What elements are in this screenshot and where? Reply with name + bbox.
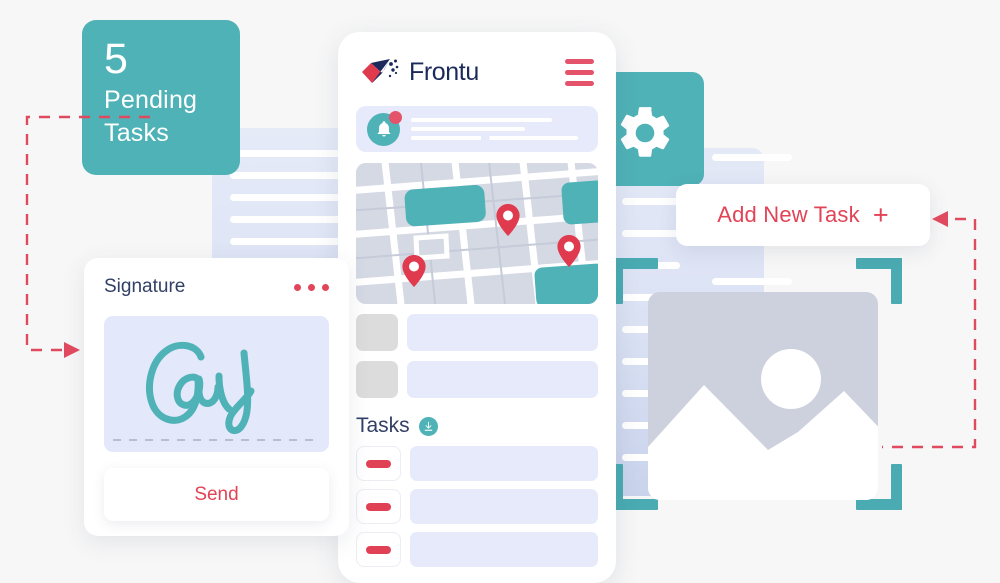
dot-icon	[308, 283, 315, 291]
task-content-placeholder	[410, 446, 598, 481]
dot-icon	[294, 283, 301, 291]
doc-line	[712, 154, 792, 161]
remove-dash-icon	[366, 545, 391, 554]
notification-banner[interactable]	[356, 106, 598, 152]
signature-drawing	[145, 341, 254, 435]
add-new-task-label: Add New Task	[717, 202, 860, 227]
doc-line	[230, 216, 352, 223]
gear-settings-icon	[620, 107, 670, 157]
task-remove-button[interactable]	[356, 489, 401, 524]
notification-text-placeholder	[411, 118, 587, 140]
photo-capture-frame	[612, 258, 902, 510]
signature-card-header: Signature	[104, 276, 329, 298]
pending-tasks-label-line1: Pending	[104, 86, 198, 114]
doc-line	[230, 194, 352, 201]
pending-tasks-count: 5	[104, 35, 129, 83]
image-placeholder[interactable]	[648, 292, 878, 500]
mobile-app-preview: Frontu Tasks	[338, 32, 616, 583]
content-placeholder	[407, 361, 598, 398]
list-item[interactable]	[356, 314, 598, 351]
doc-line	[230, 238, 352, 245]
doc-line	[230, 150, 352, 157]
task-row[interactable]	[356, 446, 598, 481]
task-row[interactable]	[356, 489, 598, 524]
placeholder-line	[411, 118, 552, 122]
menu-bar	[565, 80, 594, 86]
remove-dash-icon	[366, 502, 391, 511]
doc-line	[622, 230, 680, 237]
dashed-arrow-left-icon	[932, 211, 948, 227]
placeholder-line	[411, 127, 526, 131]
signature-title: Signature	[104, 276, 186, 297]
doc-line	[622, 198, 680, 205]
notification-bell	[367, 110, 402, 146]
remove-dash-icon	[366, 459, 391, 468]
dashed-arrow-right-icon	[64, 342, 80, 358]
image-placeholder-icon	[648, 349, 878, 500]
signature-baseline	[113, 439, 320, 441]
frontu-swoosh-logo-icon	[362, 59, 399, 83]
hamburger-menu-icon[interactable]	[565, 58, 594, 86]
brand: Frontu	[360, 57, 479, 87]
download-arrow-icon[interactable]	[418, 416, 438, 436]
notification-badge-dot	[389, 110, 402, 124]
task-remove-button[interactable]	[356, 532, 401, 567]
signature-card: Signature Send	[84, 258, 349, 536]
bell-glyph	[377, 121, 390, 137]
dot-icon	[322, 283, 329, 291]
screenshot-canvas: 5 Pending Tasks Frontu Tasks Signature S…	[0, 0, 1000, 583]
task-remove-button[interactable]	[356, 446, 401, 481]
task-content-placeholder	[410, 489, 598, 524]
brand-name: Frontu	[409, 57, 479, 86]
placeholder-line	[411, 136, 579, 140]
signature-pad[interactable]	[104, 316, 329, 452]
pending-tasks-card: 5 Pending Tasks	[82, 20, 240, 175]
menu-bar	[565, 69, 594, 75]
task-content-placeholder	[410, 532, 598, 567]
pending-tasks-label-line2: Tasks	[104, 119, 169, 147]
content-placeholder	[407, 314, 598, 351]
send-button[interactable]: Send	[104, 468, 329, 521]
plus-icon: +	[872, 200, 889, 230]
list-item[interactable]	[356, 361, 598, 398]
download-glyph	[424, 421, 432, 431]
doc-line	[230, 172, 352, 179]
tasks-title: Tasks	[356, 414, 410, 437]
map-graphic	[356, 163, 598, 304]
tasks-section-header: Tasks	[356, 414, 598, 438]
menu-bar	[565, 58, 594, 64]
thumbnail-placeholder	[356, 361, 398, 398]
app-header: Frontu	[356, 50, 598, 94]
map-preview[interactable]	[356, 163, 598, 304]
thumbnail-placeholder	[356, 314, 398, 351]
task-row[interactable]	[356, 532, 598, 567]
add-new-task-button[interactable]: Add New Task +	[676, 184, 930, 246]
more-options-dots-icon[interactable]	[294, 283, 329, 291]
